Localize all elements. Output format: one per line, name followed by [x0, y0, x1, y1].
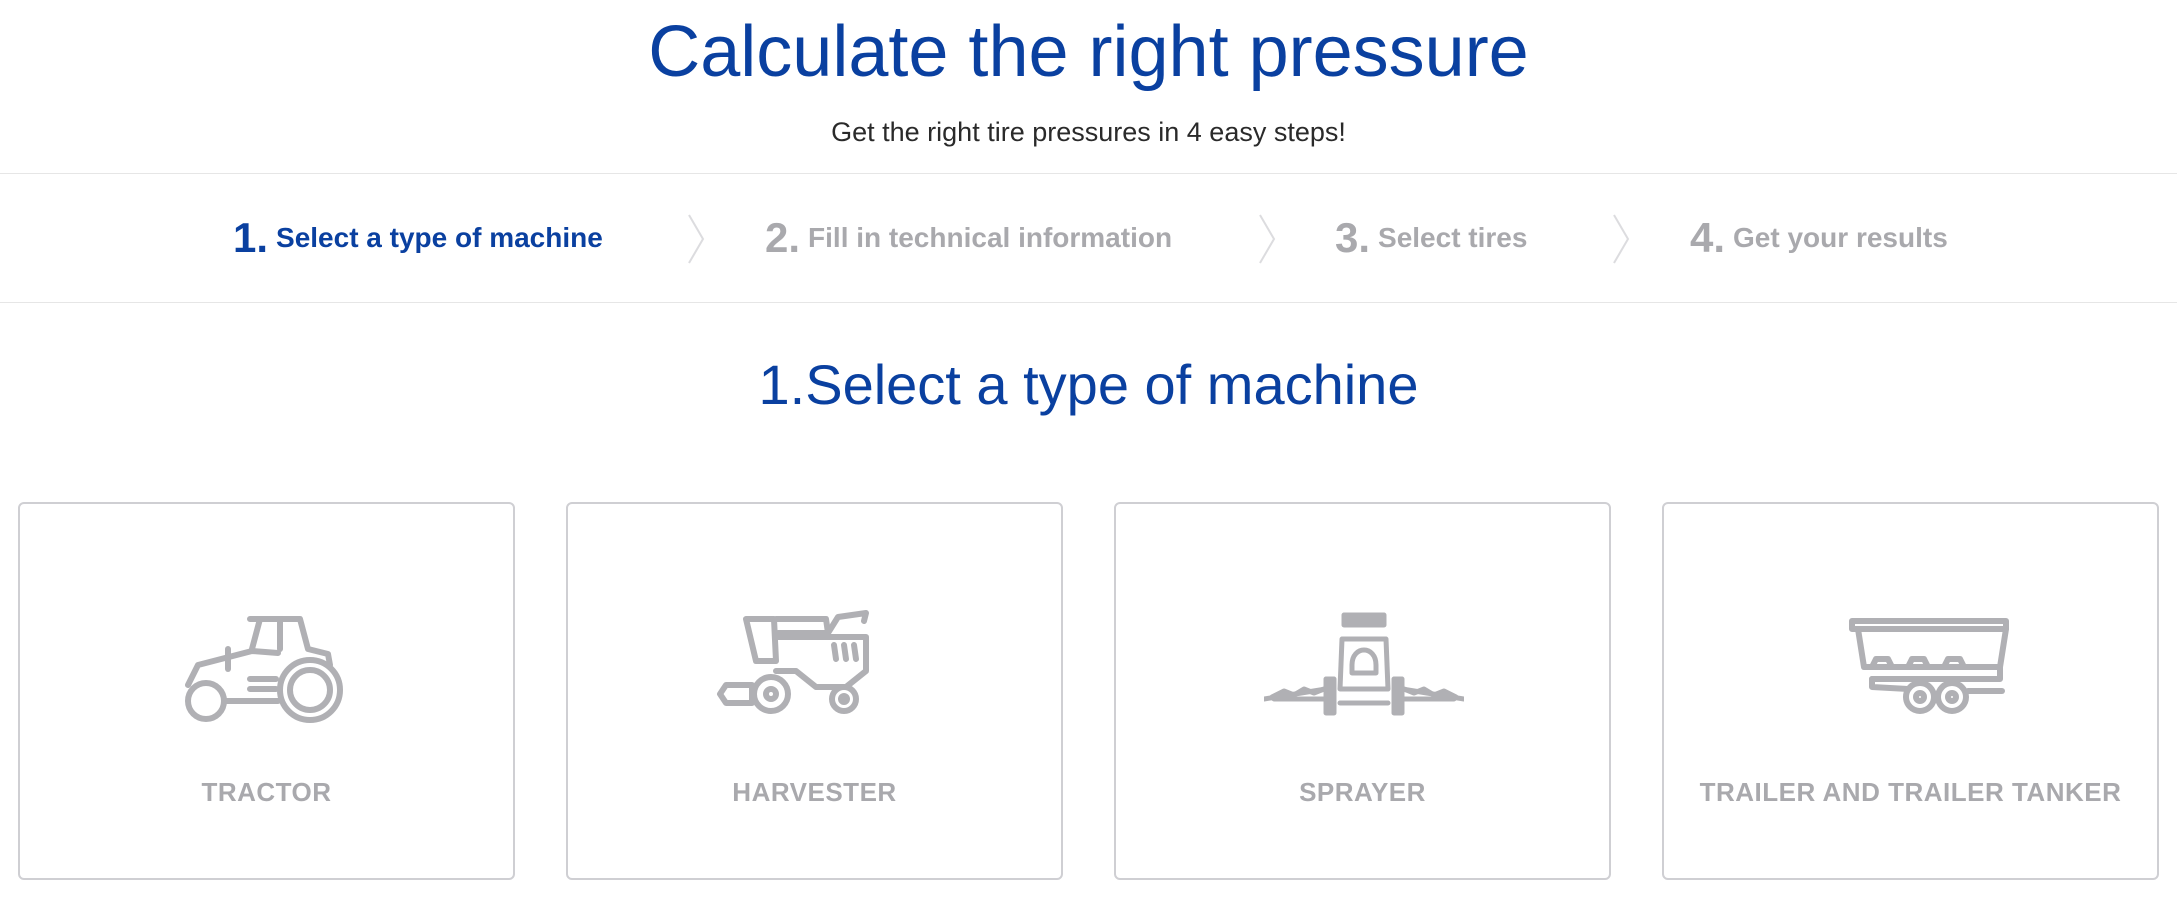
page-title: Calculate the right pressure [648, 12, 1529, 92]
machine-card-harvester[interactable]: HARVESTER [566, 502, 1063, 880]
sprayer-icon [1264, 612, 1464, 716]
tractor-icon [185, 616, 343, 723]
page-header: Calculate the right pressure Get the rig… [0, 0, 2177, 173]
step-3-label: Select tires [1378, 222, 1528, 253]
trailer-icon [1849, 618, 2009, 714]
page-subtitle: Get the right tire pressures in 4 easy s… [831, 117, 1346, 147]
step-2-label: Fill in technical information [808, 222, 1173, 253]
machine-card-trailer[interactable]: TRAILER AND TRAILER TANKER [1662, 502, 2159, 880]
chevron-right-icon [1613, 214, 1630, 264]
step-progress-bar: 1. Select a type of machine 2. Fill in t… [0, 173, 2177, 303]
step-4-number: 4. [1690, 214, 1726, 261]
harvester-icon [717, 610, 869, 714]
step-2-number: 2. [765, 214, 801, 261]
step-2[interactable]: 2. Fill in technical information [765, 208, 1172, 268]
machine-card-sprayer[interactable]: SPRAYER [1114, 502, 1611, 880]
machine-label-sprayer: SPRAYER [1299, 777, 1426, 807]
machine-label-trailer: TRAILER AND TRAILER TANKER [1699, 777, 2122, 807]
machine-label-tractor: TRACTOR [201, 777, 332, 807]
step-1[interactable]: 1. Select a type of machine [233, 208, 603, 268]
step-3[interactable]: 3. Select tires [1335, 208, 1527, 268]
machine-label-harvester: HARVESTER [732, 777, 897, 807]
step-4-label: Get your results [1733, 222, 1948, 253]
step-4[interactable]: 4. Get your results [1690, 208, 1948, 268]
chevron-right-icon [688, 214, 705, 264]
section-title: 1.Select a type of machine [758, 353, 1419, 416]
machine-card-tractor[interactable]: TRACTOR [18, 502, 515, 880]
step-3-number: 3. [1335, 214, 1371, 261]
chevron-right-icon [1259, 214, 1276, 264]
step-1-label: Select a type of machine [276, 222, 603, 253]
step-1-number: 1. [233, 214, 269, 261]
